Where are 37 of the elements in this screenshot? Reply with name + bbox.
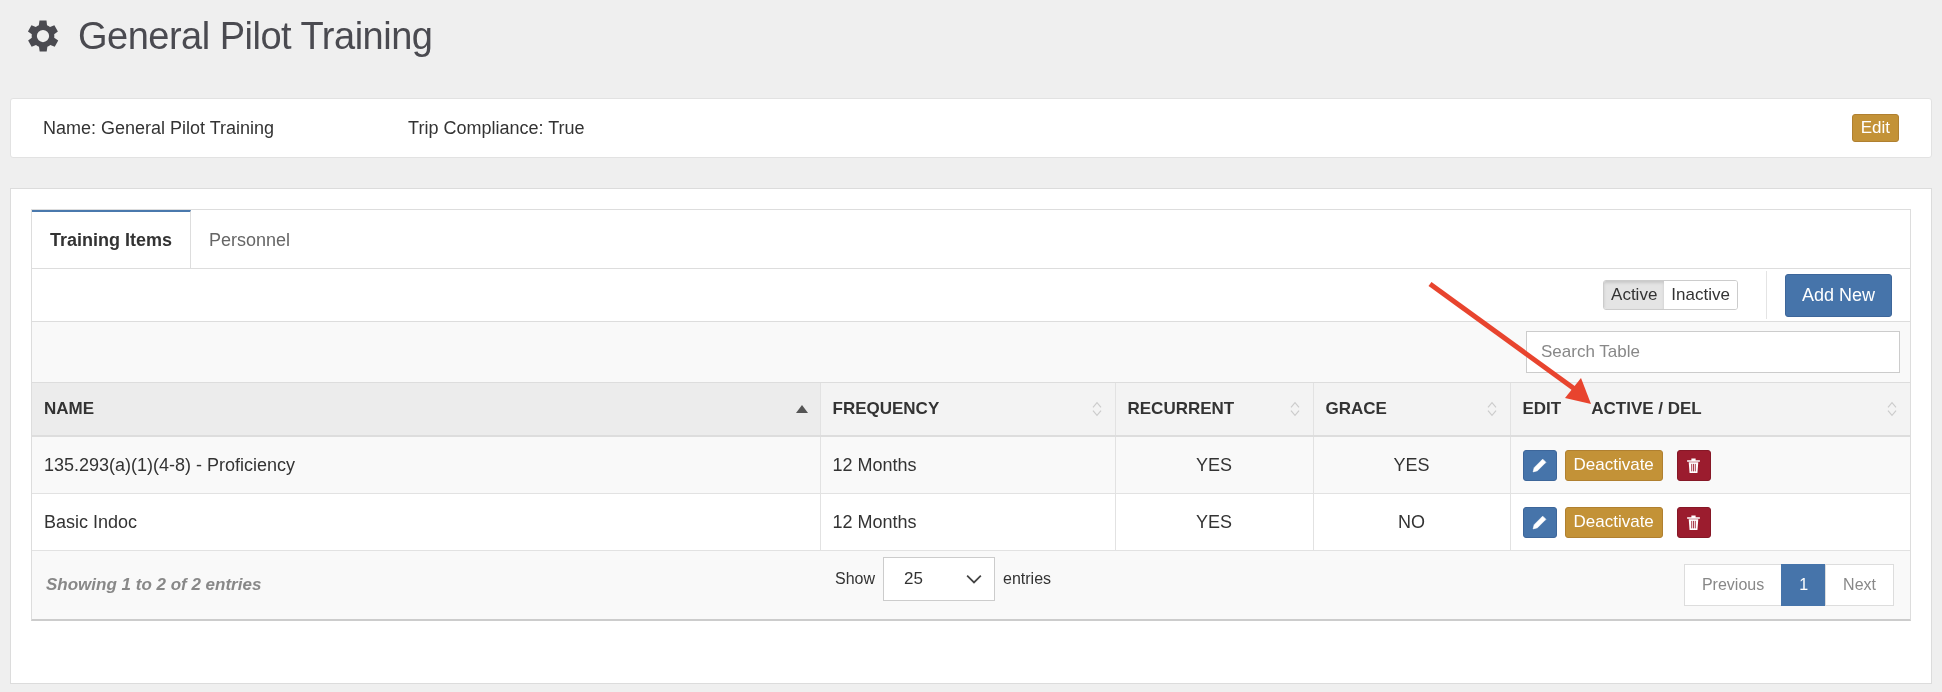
column-header[interactable]: GRACE: [1313, 383, 1510, 436]
delete-button[interactable]: [1676, 449, 1711, 481]
add-new-button[interactable]: Add New: [1784, 273, 1892, 317]
table-cell: NO: [1313, 493, 1510, 551]
tab[interactable]: Training Items: [32, 210, 192, 268]
name-label: Name: General Pilot Training: [43, 117, 275, 139]
trash-icon: [1685, 513, 1703, 531]
table-cell: Basic Indoc: [32, 493, 820, 551]
search-field[interactable]: Search Table: [1526, 331, 1900, 373]
show-label: Show: [835, 570, 876, 588]
next-button[interactable]: Next: [1825, 564, 1894, 606]
table-cell: 135.293(a)(1)(4-8) - Proficiency: [32, 436, 820, 494]
table-cell: 12 Months: [820, 493, 1115, 551]
tab[interactable]: Personnel: [191, 210, 309, 268]
page-size-select[interactable]: 25: [883, 557, 996, 601]
delete-button[interactable]: [1676, 506, 1711, 538]
entries-summary: Showing 1 to 2 of 2 entries: [46, 575, 262, 595]
page-button[interactable]: 1: [1781, 564, 1827, 606]
pencil-icon: [1531, 456, 1548, 474]
compliance-label: Trip Compliance: True: [408, 117, 585, 139]
column-header[interactable]: EDIT ACTIVE / DEL: [1510, 383, 1910, 436]
pencil-icon: [1531, 513, 1548, 531]
edit-button[interactable]: [1522, 449, 1557, 481]
trash-icon: [1685, 456, 1703, 474]
previous-button[interactable]: Previous: [1683, 564, 1783, 606]
column-header[interactable]: FREQUENCY: [820, 383, 1115, 436]
table-cell: 12 Months: [820, 436, 1115, 494]
table-cell: YES: [1313, 436, 1510, 494]
column-header[interactable]: NAME: [32, 383, 820, 436]
table-cell: YES: [1115, 436, 1313, 494]
entries-label: entries: [1003, 570, 1052, 588]
column-header[interactable]: RECURRENT: [1115, 383, 1313, 436]
page-title: General Pilot Training: [78, 14, 433, 58]
filter-toggle[interactable]: Active: [1604, 281, 1665, 309]
table-cell: YES: [1115, 493, 1313, 551]
edit-button[interactable]: [1522, 506, 1557, 538]
chevron-down-icon: [966, 574, 983, 584]
